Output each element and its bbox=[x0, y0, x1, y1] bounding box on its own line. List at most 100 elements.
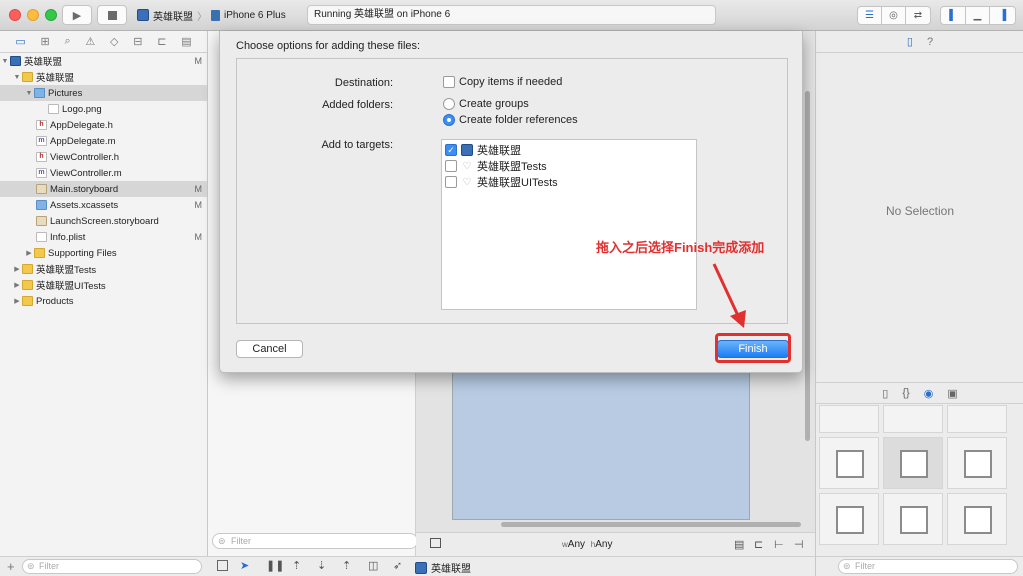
disclosure-down-icon[interactable]: ▼ bbox=[0, 58, 10, 65]
run-button[interactable]: ▶ bbox=[62, 5, 92, 25]
toggle-debug-area-icon[interactable]: ▁ bbox=[966, 7, 991, 24]
align-icon[interactable]: ⊏ bbox=[754, 538, 763, 551]
file-template-icon[interactable]: ▯ bbox=[882, 387, 888, 400]
test-icon[interactable]: ◇ bbox=[110, 35, 118, 48]
minimize-window-button[interactable] bbox=[27, 9, 39, 21]
navigator-filter-input[interactable]: ⊜ Filter bbox=[22, 559, 202, 574]
library-item[interactable] bbox=[947, 437, 1007, 489]
library-item[interactable] bbox=[883, 405, 943, 433]
cancel-button[interactable]: Cancel bbox=[236, 340, 303, 358]
pin-icon[interactable]: ⊢ bbox=[774, 538, 784, 551]
editor-mode-control[interactable]: ☰ ◎ ⇄ bbox=[857, 6, 931, 25]
tree-row-file[interactable]: h AppDelegate.h bbox=[0, 117, 207, 133]
target-row[interactable]: ✓ 英雄联盟 bbox=[445, 142, 521, 158]
toggle-utilities-icon[interactable]: ▐ bbox=[990, 7, 1015, 24]
size-class-selector[interactable]: wAny hAny bbox=[562, 539, 612, 550]
create-folder-refs-radio[interactable] bbox=[443, 114, 455, 126]
close-window-button[interactable] bbox=[9, 9, 21, 21]
disclosure-down-icon[interactable]: ▼ bbox=[12, 74, 22, 81]
tree-row-group[interactable]: ▼ 英雄联盟 bbox=[0, 69, 207, 85]
tree-row-file[interactable]: Assets.xcassets M bbox=[0, 197, 207, 213]
target-row[interactable]: ♡ 英雄联盟Tests bbox=[445, 158, 547, 174]
help-icon[interactable]: ? bbox=[927, 36, 933, 48]
tree-row-pictures[interactable]: ▼ Pictures bbox=[0, 85, 207, 101]
library-item[interactable] bbox=[819, 405, 879, 433]
create-groups-radio-row[interactable]: Create groups bbox=[443, 98, 529, 110]
toggle-navigator-icon[interactable]: ▌ bbox=[941, 7, 966, 24]
add-icon[interactable]: + bbox=[7, 559, 15, 574]
object-library-icon[interactable]: ◉ bbox=[924, 387, 934, 400]
disclosure-right-icon[interactable]: ▶ bbox=[12, 281, 22, 289]
breakpoints-toggle-icon[interactable]: ➤ bbox=[240, 559, 249, 572]
target-checkbox-checked[interactable]: ✓ bbox=[445, 144, 457, 156]
location-icon[interactable]: ➶ bbox=[393, 559, 402, 572]
tree-row-file[interactable]: Logo.png bbox=[0, 101, 207, 117]
tree-row-file[interactable]: m AppDelegate.m bbox=[0, 133, 207, 149]
step-into-icon[interactable]: ⇣ bbox=[317, 559, 326, 572]
create-folder-refs-radio-row[interactable]: Create folder references bbox=[443, 114, 578, 126]
library-item[interactable] bbox=[883, 493, 943, 545]
zoom-window-button[interactable] bbox=[45, 9, 57, 21]
view-controller-scene[interactable] bbox=[452, 372, 750, 520]
create-groups-radio[interactable] bbox=[443, 98, 455, 110]
breakpoint-icon[interactable]: ⊏ bbox=[157, 35, 166, 48]
outline-filter-input[interactable]: ⊜ Filter bbox=[212, 533, 418, 549]
tree-row-group[interactable]: ▶ Supporting Files bbox=[0, 245, 207, 261]
tree-row-group[interactable]: ▶ 英雄联盟UITests bbox=[0, 277, 207, 293]
disclosure-right-icon[interactable]: ▶ bbox=[12, 297, 22, 305]
step-over-icon[interactable]: ⇡ bbox=[292, 559, 301, 572]
copy-items-checkbox[interactable] bbox=[443, 76, 455, 88]
library-item[interactable] bbox=[947, 493, 1007, 545]
disclosure-right-icon[interactable]: ▶ bbox=[24, 249, 34, 257]
target-row[interactable]: ♡ 英雄联盟UITests bbox=[445, 174, 558, 190]
folder-icon[interactable]: ▭ bbox=[15, 35, 25, 48]
assistant-editor-icon[interactable]: ◎ bbox=[882, 7, 906, 24]
file-inspector-icon[interactable]: ▯ bbox=[907, 35, 913, 48]
target-name: 英雄联盟 bbox=[477, 145, 521, 157]
step-out-icon[interactable]: ⇡ bbox=[342, 559, 351, 572]
report-icon[interactable]: ▤ bbox=[181, 35, 191, 48]
tree-row-project[interactable]: ▼ 英雄联盟 M bbox=[0, 53, 207, 69]
scheme-selector[interactable]: 英雄联盟 〉 iPhone 6 Plus bbox=[137, 5, 286, 25]
targets-list: ✓ 英雄联盟 ♡ 英雄联盟Tests ♡ 英雄联盟UITests bbox=[441, 139, 697, 310]
horizontal-scrollbar[interactable] bbox=[501, 522, 801, 527]
library-filter-input[interactable]: ⊜ Filter bbox=[838, 559, 1018, 574]
tree-row-file[interactable]: LaunchScreen.storyboard bbox=[0, 213, 207, 229]
media-library-icon[interactable]: ▣ bbox=[947, 387, 957, 400]
library-item[interactable] bbox=[883, 437, 943, 489]
stop-button[interactable] bbox=[97, 5, 127, 25]
debug-icon[interactable]: ⊟ bbox=[133, 35, 142, 48]
target-checkbox[interactable] bbox=[445, 176, 457, 188]
warning-icon[interactable]: ⚠ bbox=[85, 35, 95, 48]
standard-editor-icon[interactable]: ☰ bbox=[858, 7, 882, 24]
process-selector[interactable]: 英雄联盟 bbox=[415, 560, 471, 575]
pause-icon[interactable]: ❚❚ bbox=[266, 559, 284, 572]
hide-debug-area-icon[interactable] bbox=[217, 560, 228, 571]
view-toggle-control[interactable]: ▌ ▁ ▐ bbox=[940, 6, 1016, 25]
view-debugger-icon[interactable]: ◫ bbox=[368, 559, 378, 572]
code-snippet-icon[interactable]: {} bbox=[902, 387, 909, 399]
outline-toggle-icon[interactable] bbox=[430, 538, 441, 548]
folder-icon bbox=[22, 280, 33, 290]
tree-row-group[interactable]: ▶ 英雄联盟Tests bbox=[0, 261, 207, 277]
search-icon[interactable]: ⌕ bbox=[65, 35, 71, 48]
library-item[interactable] bbox=[819, 437, 879, 489]
version-editor-icon[interactable]: ⇄ bbox=[906, 7, 930, 24]
tree-row-group[interactable]: ▶ Products bbox=[0, 293, 207, 309]
symbol-navigator-icon[interactable]: ⊞ bbox=[41, 35, 50, 48]
resolve-icon[interactable]: ⊣ bbox=[794, 538, 804, 551]
library-item[interactable] bbox=[947, 405, 1007, 433]
tree-row-file[interactable]: h ViewController.h bbox=[0, 149, 207, 165]
tree-row-file[interactable]: Info.plist M bbox=[0, 229, 207, 245]
tree-row-file[interactable]: Main.storyboard M bbox=[0, 181, 207, 197]
disclosure-right-icon[interactable]: ▶ bbox=[12, 265, 22, 273]
scm-badge: M bbox=[194, 56, 203, 66]
target-checkbox[interactable] bbox=[445, 160, 457, 172]
disclosure-down-icon[interactable]: ▼ bbox=[24, 90, 34, 97]
copy-items-checkbox-row[interactable]: Copy items if needed bbox=[443, 76, 562, 88]
filter-placeholder: Filter bbox=[39, 561, 59, 571]
stack-icon[interactable]: ▤ bbox=[734, 538, 744, 551]
tree-row-file[interactable]: m ViewController.m bbox=[0, 165, 207, 181]
library-item[interactable] bbox=[819, 493, 879, 545]
vertical-scrollbar[interactable] bbox=[805, 91, 810, 441]
